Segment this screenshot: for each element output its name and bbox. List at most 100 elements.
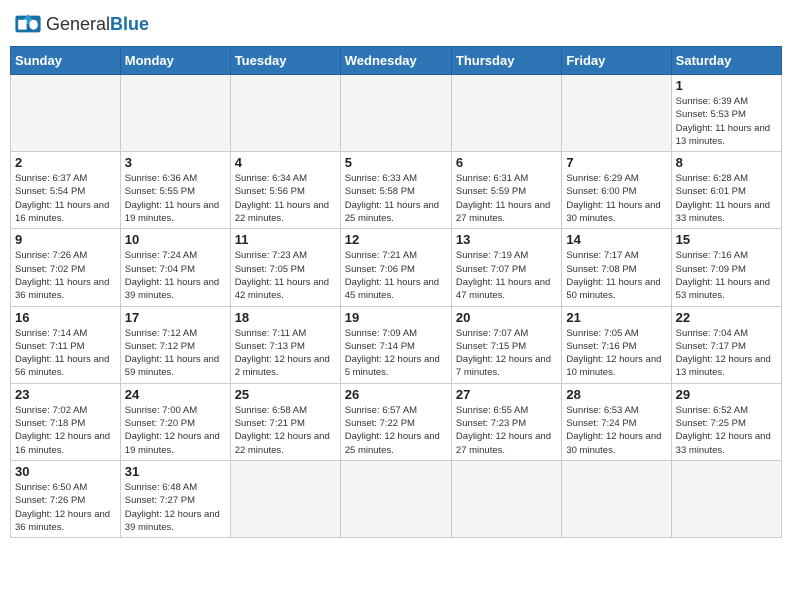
day-info: Sunrise: 6:29 AM Sunset: 6:00 PM Dayligh…	[566, 172, 666, 225]
day-info: Sunrise: 7:24 AM Sunset: 7:04 PM Dayligh…	[125, 249, 226, 302]
day-info: Sunrise: 6:55 AM Sunset: 7:23 PM Dayligh…	[456, 404, 557, 457]
calendar-day-cell: 7Sunrise: 6:29 AM Sunset: 6:00 PM Daylig…	[562, 152, 671, 229]
calendar-day-cell: 15 Sunrise: 7:16 AM Sunset: 7:09 PM Dayli…	[671, 229, 781, 306]
day-info: Sunrise: 6:52 AM Sunset: 7:25 PM Dayligh…	[676, 404, 777, 457]
calendar-day-cell: 14 Sunrise: 7:17 AM Sunset: 7:08 PM Dayli…	[562, 229, 671, 306]
day-number: 24	[125, 387, 226, 402]
day-number: 3	[125, 155, 226, 170]
calendar-day-cell: 22 Sunrise: 7:04 AM Sunset: 7:17 PM Dayli…	[671, 306, 781, 383]
day-info: Sunrise: 6:48 AM Sunset: 7:27 PM Dayligh…	[125, 481, 226, 534]
day-info: Sunrise: 7:23 AM Sunset: 7:05 PM Dayligh…	[235, 249, 336, 302]
day-number: 5	[345, 155, 447, 170]
calendar-day-cell: 20 Sunrise: 7:07 AM Sunset: 7:15 PM Dayli…	[451, 306, 561, 383]
calendar-day-cell: 9Sunrise: 7:26 AM Sunset: 7:02 PM Daylig…	[11, 229, 121, 306]
calendar-day-cell: 2 Sunrise: 6:37 AM Sunset: 5:54 PM Daylig…	[11, 152, 121, 229]
calendar-day-cell	[340, 75, 451, 152]
calendar-day-cell: 17 Sunrise: 7:12 AM Sunset: 7:12 PM Dayli…	[120, 306, 230, 383]
calendar-day-cell: 19 Sunrise: 7:09 AM Sunset: 7:14 PM Dayli…	[340, 306, 451, 383]
day-number: 23	[15, 387, 116, 402]
calendar-day-cell: 18 Sunrise: 7:11 AM Sunset: 7:13 PM Dayli…	[230, 306, 340, 383]
day-info: Sunrise: 7:19 AM Sunset: 7:07 PM Dayligh…	[456, 249, 557, 302]
calendar-day-cell: 10Sunrise: 7:24 AM Sunset: 7:04 PM Dayli…	[120, 229, 230, 306]
calendar-table: SundayMondayTuesdayWednesdayThursdayFrid…	[10, 46, 782, 538]
weekday-header-row: SundayMondayTuesdayWednesdayThursdayFrid…	[11, 47, 782, 75]
calendar-day-cell	[120, 75, 230, 152]
calendar-day-cell: 31 Sunrise: 6:48 AM Sunset: 7:27 PM Dayli…	[120, 460, 230, 537]
calendar-week-row: 1 Sunrise: 6:39 AM Sunset: 5:53 PM Daylig…	[11, 75, 782, 152]
day-info: Sunrise: 7:05 AM Sunset: 7:16 PM Dayligh…	[566, 327, 666, 380]
day-info: Sunrise: 6:39 AM Sunset: 5:53 PM Dayligh…	[676, 95, 777, 148]
day-number: 31	[125, 464, 226, 479]
day-number: 19	[345, 310, 447, 325]
day-info: Sunrise: 7:04 AM Sunset: 7:17 PM Dayligh…	[676, 327, 777, 380]
weekday-header-sunday: Sunday	[11, 47, 121, 75]
day-number: 15	[676, 232, 777, 247]
day-number: 25	[235, 387, 336, 402]
day-number: 27	[456, 387, 557, 402]
day-info: Sunrise: 7:21 AM Sunset: 7:06 PM Dayligh…	[345, 249, 447, 302]
day-number: 20	[456, 310, 557, 325]
calendar-day-cell: 3 Sunrise: 6:36 AM Sunset: 5:55 PM Daylig…	[120, 152, 230, 229]
day-info: Sunrise: 7:07 AM Sunset: 7:15 PM Dayligh…	[456, 327, 557, 380]
calendar-day-cell: 30 Sunrise: 6:50 AM Sunset: 7:26 PM Dayli…	[11, 460, 121, 537]
day-info: Sunrise: 7:00 AM Sunset: 7:20 PM Dayligh…	[125, 404, 226, 457]
weekday-header-thursday: Thursday	[451, 47, 561, 75]
calendar-day-cell: 28 Sunrise: 6:53 AM Sunset: 7:24 PM Dayli…	[562, 383, 671, 460]
day-info: Sunrise: 7:12 AM Sunset: 7:12 PM Dayligh…	[125, 327, 226, 380]
weekday-header-saturday: Saturday	[671, 47, 781, 75]
day-info: Sunrise: 6:50 AM Sunset: 7:26 PM Dayligh…	[15, 481, 116, 534]
day-info: Sunrise: 6:58 AM Sunset: 7:21 PM Dayligh…	[235, 404, 336, 457]
weekday-header-wednesday: Wednesday	[340, 47, 451, 75]
calendar-day-cell: 4Sunrise: 6:34 AM Sunset: 5:56 PM Daylig…	[230, 152, 340, 229]
day-number: 1	[676, 78, 777, 93]
calendar-day-cell	[230, 460, 340, 537]
day-number: 11	[235, 232, 336, 247]
day-number: 21	[566, 310, 666, 325]
calendar-day-cell	[11, 75, 121, 152]
calendar-week-row: 2 Sunrise: 6:37 AM Sunset: 5:54 PM Daylig…	[11, 152, 782, 229]
logo-text: GeneralBlue	[46, 14, 149, 35]
day-number: 14	[566, 232, 666, 247]
calendar-day-cell: 25 Sunrise: 6:58 AM Sunset: 7:21 PM Dayli…	[230, 383, 340, 460]
calendar-week-row: 30 Sunrise: 6:50 AM Sunset: 7:26 PM Dayli…	[11, 460, 782, 537]
calendar-day-cell: 16Sunrise: 7:14 AM Sunset: 7:11 PM Dayli…	[11, 306, 121, 383]
generalblue-logo-icon	[14, 10, 42, 38]
day-info: Sunrise: 6:36 AM Sunset: 5:55 PM Dayligh…	[125, 172, 226, 225]
day-info: Sunrise: 7:11 AM Sunset: 7:13 PM Dayligh…	[235, 327, 336, 380]
calendar-day-cell	[451, 75, 561, 152]
day-info: Sunrise: 7:16 AM Sunset: 7:09 PM Dayligh…	[676, 249, 777, 302]
calendar-day-cell	[562, 460, 671, 537]
calendar-week-row: 16Sunrise: 7:14 AM Sunset: 7:11 PM Dayli…	[11, 306, 782, 383]
calendar-day-cell: 23Sunrise: 7:02 AM Sunset: 7:18 PM Dayli…	[11, 383, 121, 460]
day-number: 6	[456, 155, 557, 170]
day-number: 28	[566, 387, 666, 402]
day-number: 18	[235, 310, 336, 325]
calendar-day-cell	[671, 460, 781, 537]
day-info: Sunrise: 6:28 AM Sunset: 6:01 PM Dayligh…	[676, 172, 777, 225]
calendar-day-cell: 1 Sunrise: 6:39 AM Sunset: 5:53 PM Daylig…	[671, 75, 781, 152]
day-number: 30	[15, 464, 116, 479]
calendar-day-cell: 12 Sunrise: 7:21 AM Sunset: 7:06 PM Dayli…	[340, 229, 451, 306]
day-info: Sunrise: 6:53 AM Sunset: 7:24 PM Dayligh…	[566, 404, 666, 457]
calendar-day-cell: 21 Sunrise: 7:05 AM Sunset: 7:16 PM Dayli…	[562, 306, 671, 383]
day-number: 2	[15, 155, 116, 170]
calendar-week-row: 9Sunrise: 7:26 AM Sunset: 7:02 PM Daylig…	[11, 229, 782, 306]
day-number: 22	[676, 310, 777, 325]
day-number: 13	[456, 232, 557, 247]
calendar-day-cell: 13 Sunrise: 7:19 AM Sunset: 7:07 PM Dayli…	[451, 229, 561, 306]
day-info: Sunrise: 6:37 AM Sunset: 5:54 PM Dayligh…	[15, 172, 116, 225]
calendar-day-cell: 5 Sunrise: 6:33 AM Sunset: 5:58 PM Daylig…	[340, 152, 451, 229]
calendar-day-cell: 11 Sunrise: 7:23 AM Sunset: 7:05 PM Dayli…	[230, 229, 340, 306]
day-info: Sunrise: 6:33 AM Sunset: 5:58 PM Dayligh…	[345, 172, 447, 225]
day-info: Sunrise: 7:09 AM Sunset: 7:14 PM Dayligh…	[345, 327, 447, 380]
day-info: Sunrise: 7:17 AM Sunset: 7:08 PM Dayligh…	[566, 249, 666, 302]
day-number: 26	[345, 387, 447, 402]
calendar-day-cell: 27 Sunrise: 6:55 AM Sunset: 7:23 PM Dayli…	[451, 383, 561, 460]
calendar-day-cell: 26Sunrise: 6:57 AM Sunset: 7:22 PM Dayli…	[340, 383, 451, 460]
day-number: 4	[235, 155, 336, 170]
day-number: 12	[345, 232, 447, 247]
day-info: Sunrise: 7:26 AM Sunset: 7:02 PM Dayligh…	[15, 249, 116, 302]
day-number: 17	[125, 310, 226, 325]
calendar-day-cell: 24 Sunrise: 7:00 AM Sunset: 7:20 PM Dayli…	[120, 383, 230, 460]
day-number: 29	[676, 387, 777, 402]
